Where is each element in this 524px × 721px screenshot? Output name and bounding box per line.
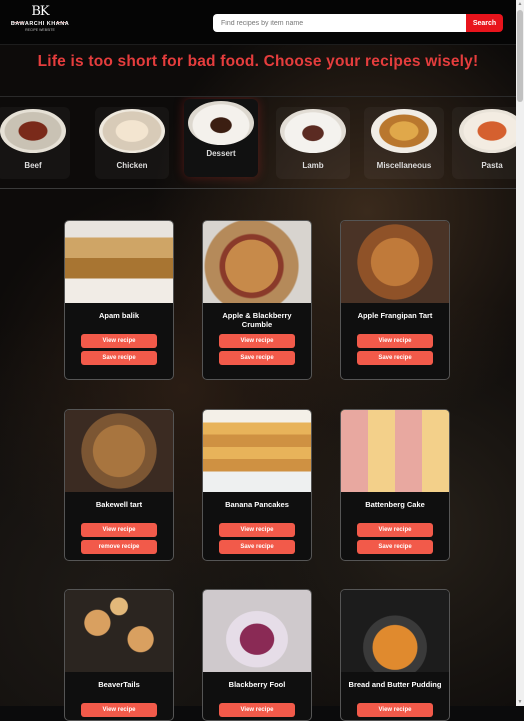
recipe-title: Banana Pancakes [225,500,289,509]
pasta-image [459,109,516,153]
view-recipe-button[interactable]: View recipe [219,703,295,717]
scroll-up-icon[interactable]: ▲ [517,0,523,8]
miscellaneous-image [371,109,437,153]
recipe-card: Apam balik View recipe Save recipe [64,220,174,380]
hero-tagline: Life is too short for bad food. Choose y… [37,53,479,70]
scrollbar-thumb[interactable] [517,10,523,102]
recipe-card: Bakewell tart View recipe remove recipe [64,409,174,561]
save-recipe-button[interactable]: Save recipe [219,540,295,554]
view-recipe-button[interactable]: View recipe [357,334,433,348]
view-recipe-button[interactable]: View recipe [357,523,433,537]
dessert-image [188,101,254,145]
logo-rule-right [56,22,66,23]
recipe-title: Apple Frangipan Tart [357,311,433,320]
category-label: Beef [24,161,42,170]
logo-mark: BK [31,4,49,19]
recipe-title: Battenberg Cake [365,500,425,509]
recipe-image [203,221,311,303]
recipe-card: Blackberry Fool View recipe [202,589,312,721]
save-recipe-button[interactable]: Save recipe [357,351,433,365]
save-recipe-button[interactable]: Save recipe [357,540,433,554]
category-dessert[interactable]: Dessert [184,99,258,177]
chicken-image [99,109,165,153]
category-pasta[interactable]: Pasta [452,107,516,179]
recipe-card: Bread and Butter Pudding View recipe [340,589,450,721]
category-strip: Beef Chicken Dessert Lamb Miscellaneous … [0,96,516,189]
view-recipe-button[interactable]: View recipe [357,703,433,717]
lamb-image [280,109,346,153]
beef-image [0,109,66,153]
search-input[interactable] [213,14,466,32]
recipe-card: Banana Pancakes View recipe Save recipe [202,409,312,561]
recipe-card: Battenberg Cake View recipe Save recipe [340,409,450,561]
scrollbar[interactable]: ▲ ▼ [516,0,524,706]
recipe-image [203,410,311,492]
category-chicken[interactable]: Chicken [95,107,169,179]
category-miscellaneous[interactable]: Miscellaneous [364,107,444,179]
search-bar: Search [213,14,503,32]
recipe-title: Apple & Blackberry Crumble [222,311,292,329]
recipe-title: Bakewell tart [95,500,143,509]
recipe-image [341,410,449,492]
recipe-title: BeaverTails [98,680,140,689]
recipe-image [203,590,311,672]
scroll-down-icon[interactable]: ▼ [517,698,523,706]
category-label: Pasta [481,161,503,170]
recipe-card: BeaverTails View recipe [64,589,174,721]
recipe-image [341,590,449,672]
view-recipe-button[interactable]: View recipe [81,523,157,537]
category-label: Lamb [302,161,324,170]
category-lamb[interactable]: Lamb [276,107,350,179]
save-recipe-button[interactable]: Save recipe [81,351,157,365]
recipe-title: Apam balik [98,311,139,320]
recipe-image [65,410,173,492]
recipe-image [65,221,173,303]
view-recipe-button[interactable]: View recipe [219,523,295,537]
logo-tagline: RECIPE WEBSITE [25,28,55,32]
view-recipe-button[interactable]: View recipe [81,703,157,717]
recipe-title: Blackberry Fool [228,680,286,689]
search-button[interactable]: Search [466,14,503,32]
remove-recipe-button[interactable]: remove recipe [81,540,157,554]
recipe-card: Apple Frangipan Tart View recipe Save re… [340,220,450,380]
category-beef[interactable]: Beef [0,107,70,179]
site-logo[interactable]: BK BAWARCHI KHANA RECIPE WEBSITE [10,4,70,38]
category-label: Chicken [116,161,148,170]
recipe-title: Bread and Butter Pudding [348,680,442,689]
save-recipe-button[interactable]: Save recipe [219,351,295,365]
view-recipe-button[interactable]: View recipe [219,334,295,348]
recipe-image [65,590,173,672]
recipe-image [341,221,449,303]
category-label: Miscellaneous [376,161,432,170]
navbar: BK BAWARCHI KHANA RECIPE WEBSITE Search [0,0,516,45]
category-label: Dessert [206,149,236,158]
logo-rule-left [14,22,24,23]
recipe-card: Apple & Blackberry Crumble View recipe S… [202,220,312,380]
view-recipe-button[interactable]: View recipe [81,334,157,348]
